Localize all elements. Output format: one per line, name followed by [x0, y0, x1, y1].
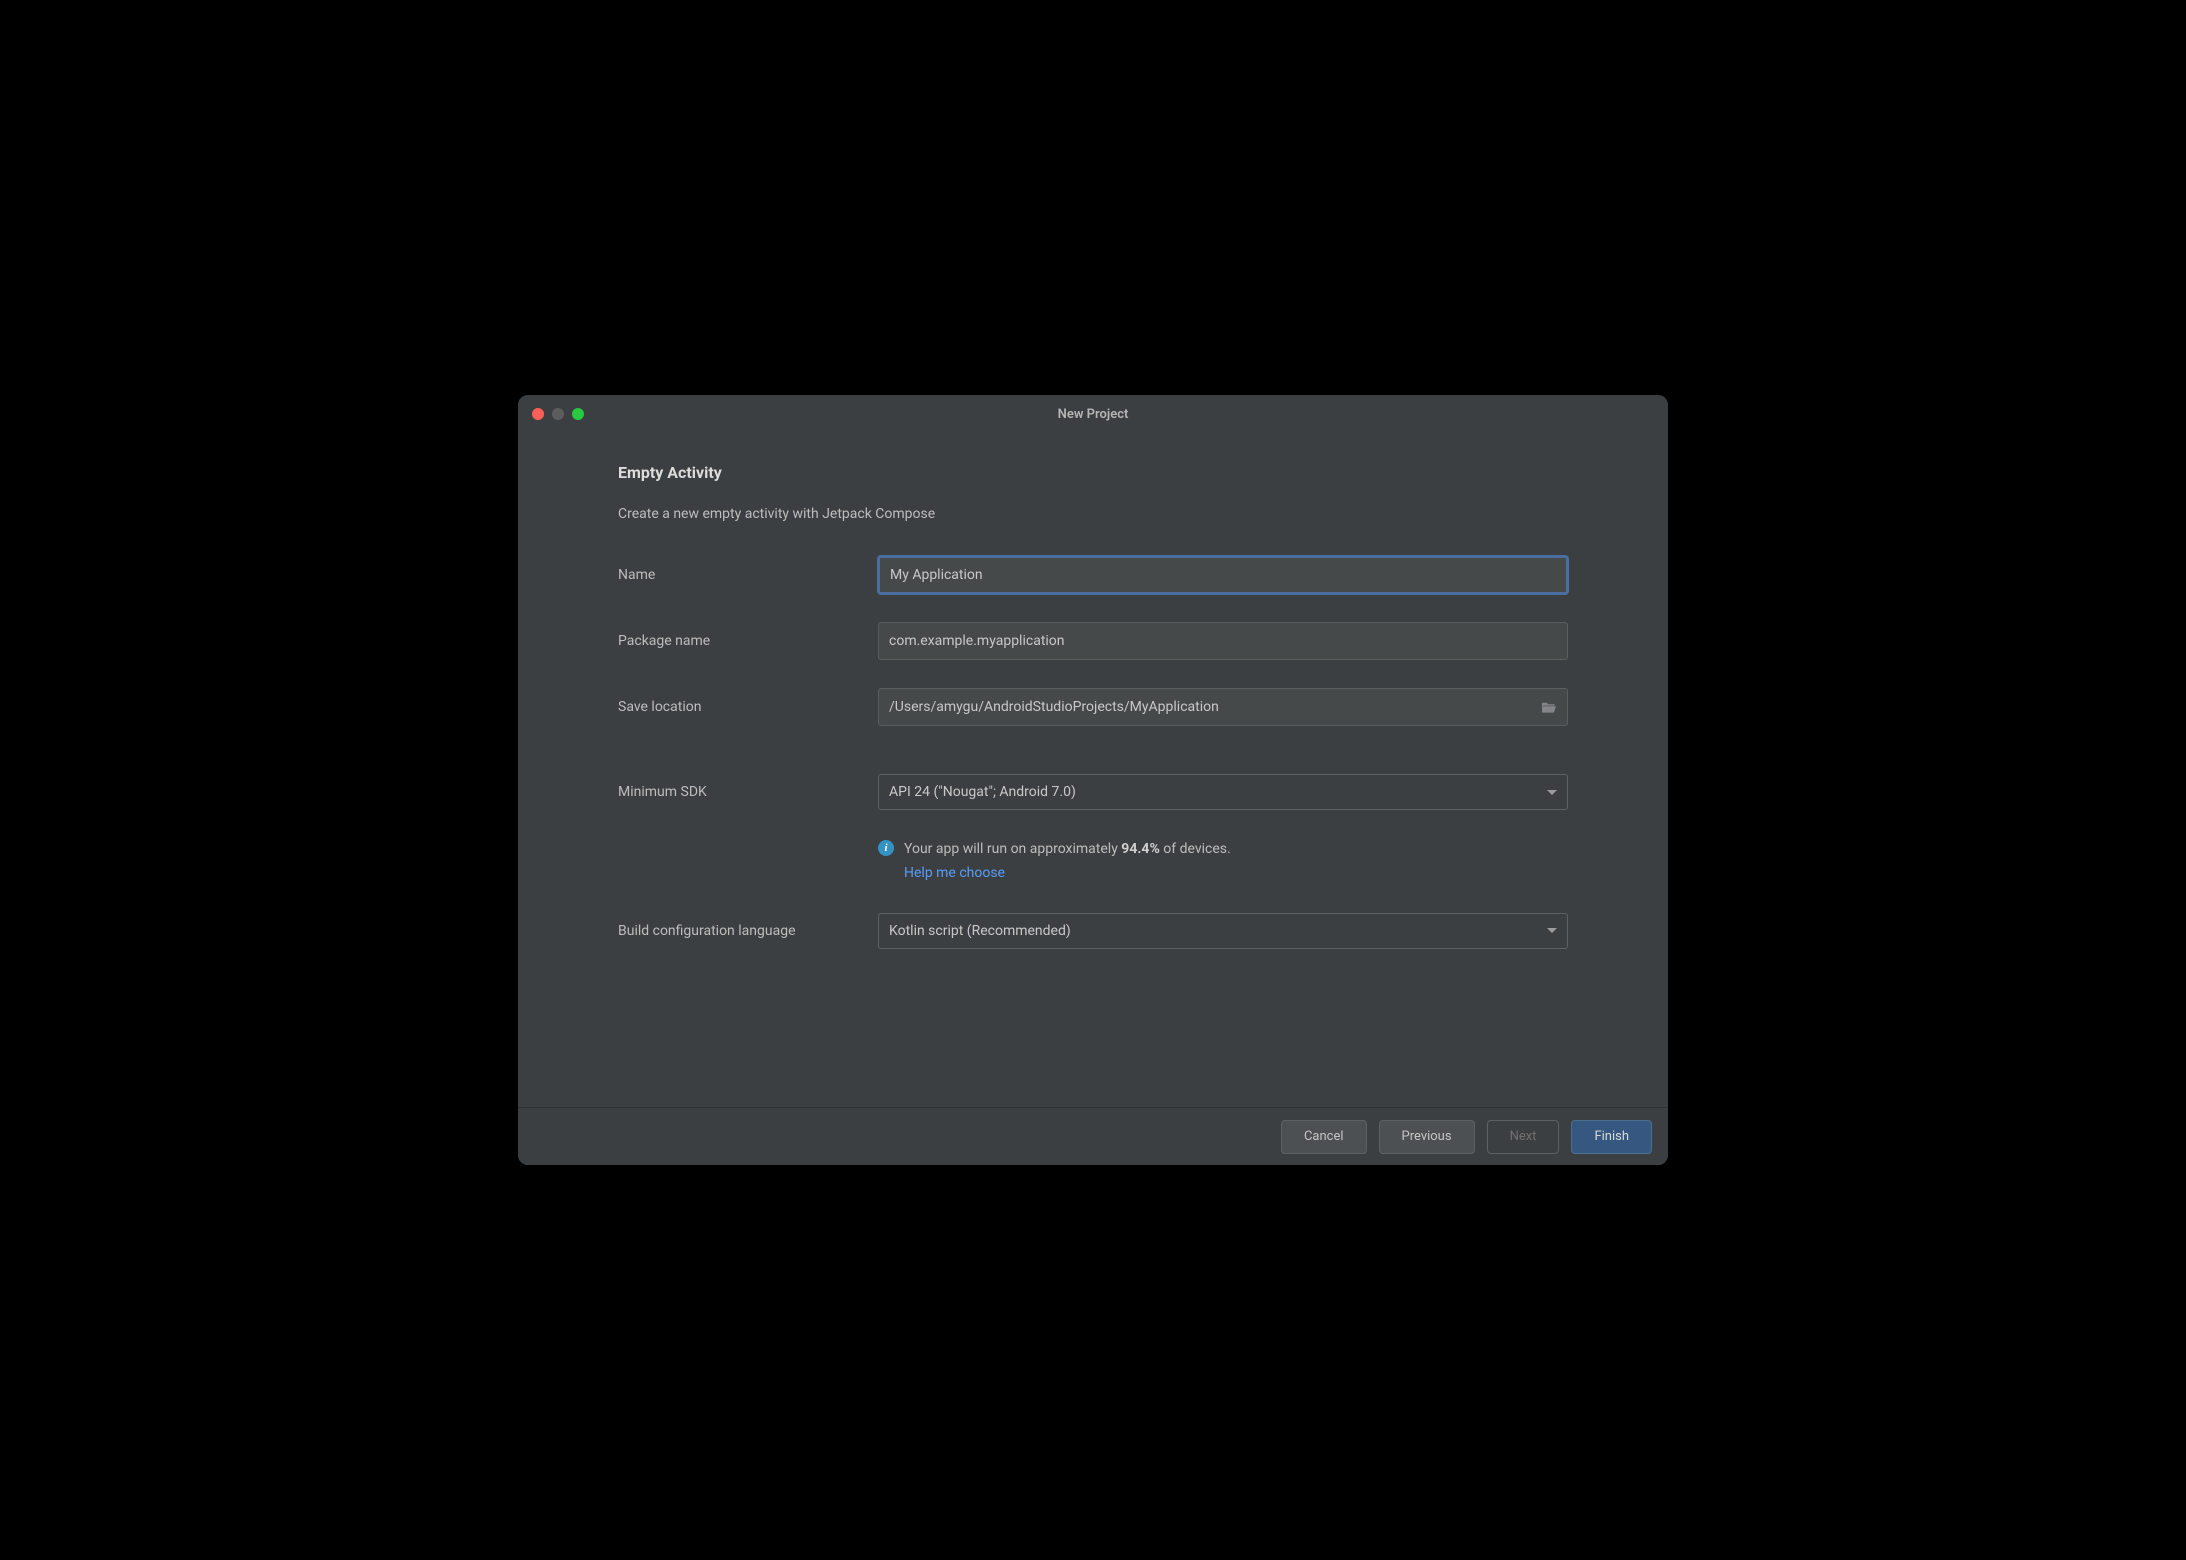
- package-name-input[interactable]: [878, 622, 1568, 660]
- previous-button[interactable]: Previous: [1379, 1120, 1475, 1154]
- window-title: New Project: [1058, 407, 1129, 422]
- help-me-choose-link[interactable]: Help me choose: [904, 862, 1231, 884]
- save-location-row: Save location: [618, 688, 1568, 726]
- maximize-window-button[interactable]: [572, 408, 584, 420]
- close-window-button[interactable]: [532, 408, 544, 420]
- package-name-row: Package name: [618, 622, 1568, 660]
- minimize-window-button[interactable]: [552, 408, 564, 420]
- name-label: Name: [618, 567, 878, 583]
- new-project-dialog: New Project Empty Activity Create a new …: [518, 395, 1668, 1165]
- build-config-select[interactable]: Kotlin script (Recommended): [878, 913, 1568, 949]
- next-button: Next: [1487, 1120, 1560, 1154]
- traffic-lights: [532, 408, 584, 420]
- build-config-row: Build configuration language Kotlin scri…: [618, 913, 1568, 949]
- sdk-info-row: i Your app will run on approximately 94.…: [618, 838, 1568, 885]
- page-subtitle: Create a new empty activity with Jetpack…: [618, 506, 1568, 522]
- page-heading: Empty Activity: [618, 463, 1568, 482]
- dialog-footer: Cancel Previous Next Finish: [518, 1107, 1668, 1165]
- content-area: Empty Activity Create a new empty activi…: [518, 433, 1668, 1107]
- build-config-label: Build configuration language: [618, 923, 878, 939]
- minimum-sdk-select[interactable]: API 24 ("Nougat"; Android 7.0): [878, 774, 1568, 810]
- titlebar: New Project: [518, 395, 1668, 433]
- save-location-label: Save location: [618, 699, 878, 715]
- build-config-value: Kotlin script (Recommended): [889, 923, 1071, 939]
- info-icon: i: [878, 840, 894, 856]
- name-input[interactable]: [878, 556, 1568, 594]
- sdk-info-text: Your app will run on approximately 94.4%…: [904, 838, 1231, 885]
- chevron-down-icon: [1547, 790, 1557, 795]
- chevron-down-icon: [1547, 928, 1557, 933]
- minimum-sdk-label: Minimum SDK: [618, 784, 878, 800]
- package-name-label: Package name: [618, 633, 878, 649]
- save-location-input[interactable]: [878, 688, 1568, 726]
- folder-open-icon[interactable]: [1540, 700, 1558, 714]
- name-row: Name: [618, 556, 1568, 594]
- minimum-sdk-value: API 24 ("Nougat"; Android 7.0): [889, 784, 1076, 800]
- minimum-sdk-row: Minimum SDK API 24 ("Nougat"; Android 7.…: [618, 774, 1568, 810]
- finish-button[interactable]: Finish: [1571, 1120, 1652, 1154]
- cancel-button[interactable]: Cancel: [1281, 1120, 1367, 1154]
